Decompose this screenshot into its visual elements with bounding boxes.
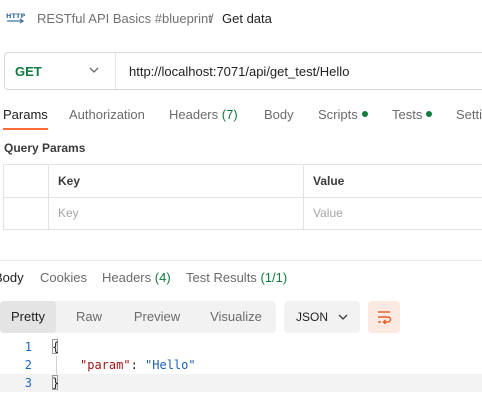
view-visualize-button[interactable]: Visualize (198, 301, 274, 333)
format-label: JSON (296, 310, 329, 324)
tab-tests-label: Tests (392, 107, 423, 122)
request-title[interactable]: Get data (222, 11, 272, 26)
tab-headers[interactable]: Headers (7) (169, 107, 238, 122)
line-number: 2 (24, 358, 32, 372)
section-divider (0, 260, 482, 261)
tab-tests[interactable]: Tests (392, 107, 433, 122)
http-request-icon: HTTP (5, 9, 25, 29)
json-colon: : (130, 358, 146, 372)
response-tab-headers[interactable]: Headers (4) (102, 270, 171, 285)
code-line: 2 "param": "Hello" (0, 356, 482, 374)
query-params-title: Query Params (4, 141, 86, 155)
json-key: "param" (80, 358, 131, 372)
line-number: 3 (24, 376, 32, 390)
line-number: 1 (24, 340, 32, 354)
code-line: 1 { (0, 338, 482, 356)
response-tab-test-results[interactable]: Test Results (1/1) (186, 270, 287, 285)
wrap-lines-icon (378, 311, 392, 325)
value-input[interactable]: Value (313, 206, 343, 220)
tab-body[interactable]: Body (264, 107, 294, 122)
json-value: "Hello" (145, 358, 196, 372)
svg-text:HTTP: HTTP (6, 12, 25, 20)
request-tabs: Params Authorization Headers (7) Body Sc… (0, 107, 482, 131)
wrap-lines-button[interactable] (368, 301, 400, 333)
row-divider (4, 197, 482, 198)
url-divider (115, 53, 116, 89)
tab-authorization[interactable]: Authorization (69, 107, 145, 122)
status-dot (361, 111, 368, 117)
view-preview-button[interactable]: Preview (122, 301, 192, 333)
tab-scripts[interactable]: Scripts (318, 107, 368, 122)
tab-headers-count: (7) (221, 107, 238, 122)
key-column-header: Key (58, 174, 81, 188)
key-input[interactable]: Key (58, 206, 79, 220)
url-input[interactable]: http://localhost:7071/api/get_test/Hello (129, 64, 349, 79)
query-params-table: Key Value Key Value (3, 164, 482, 230)
chevron-down-icon (338, 314, 348, 320)
url-bar: GET http://localhost:7071/api/get_test/H… (4, 52, 482, 90)
column-divider (48, 165, 49, 229)
tab-settings[interactable]: Setti (456, 107, 482, 122)
view-raw-button[interactable]: Raw (64, 301, 114, 333)
code-line-active: 3 } (0, 374, 482, 392)
method-selector[interactable]: GET (15, 64, 42, 79)
indent-guide (56, 356, 57, 374)
code-text: { (52, 340, 60, 354)
response-headers-count: (4) (154, 270, 171, 285)
tab-scripts-label: Scripts (318, 107, 358, 122)
format-dropdown[interactable]: JSON (284, 301, 360, 333)
response-headers-label: Headers (102, 270, 152, 285)
response-tab-cookies[interactable]: Cookies (40, 270, 87, 285)
response-body-editor[interactable]: 1 { 2 "param": "Hello" 3 } (0, 338, 482, 398)
view-pretty-button[interactable]: Pretty (0, 301, 56, 333)
tab-params[interactable]: Params (3, 107, 48, 130)
breadcrumb-collection[interactable]: RESTful API Basics #blueprint (37, 11, 212, 26)
response-tab-body[interactable]: Body (0, 270, 24, 285)
column-divider (303, 165, 304, 229)
test-results-count: (1/1) (260, 270, 288, 285)
tab-headers-label: Headers (169, 107, 219, 122)
code-text: "param": "Hello" (80, 356, 196, 374)
code-text: } (52, 376, 60, 390)
value-column-header: Value (313, 174, 345, 188)
status-dot (426, 111, 433, 117)
test-results-label: Test Results (186, 270, 257, 285)
breadcrumb-separator: / (210, 11, 214, 26)
chevron-down-icon[interactable] (87, 63, 101, 77)
view-mode-switcher: Pretty Raw Preview Visualize (0, 301, 276, 333)
